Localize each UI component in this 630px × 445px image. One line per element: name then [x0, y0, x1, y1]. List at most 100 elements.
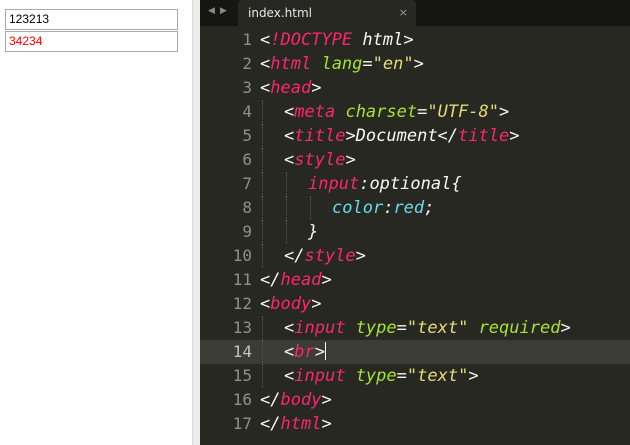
indent-guide	[262, 220, 263, 244]
code-token: title	[294, 126, 346, 146]
line-number: 15	[232, 366, 252, 385]
code-token: red	[393, 198, 425, 218]
code-lines[interactable]: 1 <!DOCTYPE html> 2 <html lang="en"> 3 <head>…	[200, 28, 630, 436]
code-line[interactable]: 2 <html lang="en">	[200, 52, 630, 76]
code-token: <	[284, 342, 295, 362]
tab-nav-left-icon[interactable]: ◀	[208, 6, 215, 16]
code-token: <	[284, 366, 295, 386]
code-line[interactable]: 9}	[200, 220, 630, 244]
code-token: type	[355, 318, 397, 338]
code-token: >	[560, 318, 571, 338]
optional-text-input[interactable]: 34234	[5, 31, 178, 52]
code-token: <	[284, 318, 295, 338]
code-token: optional	[369, 174, 452, 194]
code-token: >	[509, 126, 520, 146]
code-token: meta	[294, 102, 336, 122]
code-line[interactable]: 12 <body>	[200, 292, 630, 316]
code-text: color:red;	[332, 196, 434, 220]
tab-label: index.html	[248, 6, 312, 20]
code-text: <head>	[260, 76, 321, 100]
code-token: =	[362, 54, 373, 74]
code-line[interactable]: 17 </html>	[200, 412, 630, 436]
code-text: </head>	[260, 268, 332, 292]
code-token: >	[355, 246, 366, 266]
browser-preview: 123213 34234	[0, 0, 192, 445]
code-line[interactable]: 1 <!DOCTYPE html>	[200, 28, 630, 52]
code-token: :	[383, 198, 394, 218]
line-number: 14	[232, 342, 252, 361]
indent-guide	[262, 124, 263, 148]
code-token: html	[280, 414, 322, 434]
code-text: <meta charset="UTF-8">	[284, 100, 509, 124]
code-line[interactable]: 4 <meta charset="UTF-8">	[200, 100, 630, 124]
code-line[interactable]: 16 </body>	[200, 388, 630, 412]
code-token: >	[311, 294, 322, 314]
line-number: 1	[242, 30, 252, 49]
code-editor[interactable]: ◀ ▶ index.html × 1 <!DOCTYPE html> 2 <html …	[200, 0, 630, 445]
indent-guide	[262, 148, 263, 172]
code-token: <	[260, 78, 271, 98]
code-token: head	[270, 78, 312, 98]
code-token: <	[284, 126, 295, 146]
code-text: </body>	[260, 388, 332, 412]
code-token: >	[345, 150, 356, 170]
code-token: <	[260, 30, 271, 50]
code-token: html	[270, 54, 312, 74]
line-number: 5	[242, 126, 252, 145]
code-token: "text"	[406, 318, 469, 338]
code-token: lang	[321, 54, 363, 74]
code-line[interactable]: 15 <input type="text">	[200, 364, 630, 388]
code-line[interactable]: 10 </style>	[200, 244, 630, 268]
code-token: >	[314, 342, 325, 362]
preview-scrollbar[interactable]	[192, 0, 200, 445]
code-text: <style>	[284, 148, 356, 172]
code-token: </	[260, 414, 281, 434]
code-token: >	[321, 270, 332, 290]
code-token: type	[355, 366, 397, 386]
tab-nav-right-icon[interactable]: ▶	[220, 6, 227, 16]
code-token: </	[260, 390, 281, 410]
code-token: =	[396, 366, 407, 386]
code-line[interactable]: 6 <style>	[200, 148, 630, 172]
indent-guide	[262, 244, 263, 268]
code-token: style	[304, 246, 356, 266]
code-text: <br>	[284, 340, 326, 364]
text-cursor	[324, 342, 326, 360]
code-token: <	[284, 102, 295, 122]
code-token: {	[451, 174, 462, 194]
indent-guide	[262, 364, 263, 388]
code-token: >	[311, 78, 322, 98]
code-line[interactable]: 5 <title>Document</title>	[200, 124, 630, 148]
code-line[interactable]: 13 <input type="text" required>	[200, 316, 630, 340]
code-text: <body>	[260, 292, 321, 316]
code-token: </	[260, 270, 281, 290]
code-token: input	[294, 318, 346, 338]
code-token: style	[294, 150, 346, 170]
code-line[interactable]: 8 color:red;	[200, 196, 630, 220]
code-text: </style>	[284, 244, 366, 268]
indent-guide	[262, 196, 263, 220]
code-token: body	[280, 390, 322, 410]
code-token: >Document</	[345, 126, 459, 146]
code-token: title	[458, 126, 510, 146]
code-line[interactable]: 7 input:optional{	[200, 172, 630, 196]
code-token: =	[396, 318, 407, 338]
code-token: "text"	[406, 366, 469, 386]
line-number: 10	[232, 246, 252, 265]
code-line[interactable]: 11 </head>	[200, 268, 630, 292]
code-line[interactable]: 14 <br>	[200, 340, 630, 364]
required-text-input[interactable]: 123213	[5, 9, 178, 30]
line-number: 9	[242, 222, 252, 241]
line-number: 11	[232, 270, 252, 289]
line-number: 6	[242, 150, 252, 169]
close-icon[interactable]: ×	[399, 6, 408, 19]
tab-index-html[interactable]: index.html ×	[238, 0, 416, 26]
line-number: 2	[242, 54, 252, 73]
code-line[interactable]: 3 <head>	[200, 76, 630, 100]
line-number: 4	[242, 102, 252, 121]
indent-guide	[286, 196, 287, 220]
